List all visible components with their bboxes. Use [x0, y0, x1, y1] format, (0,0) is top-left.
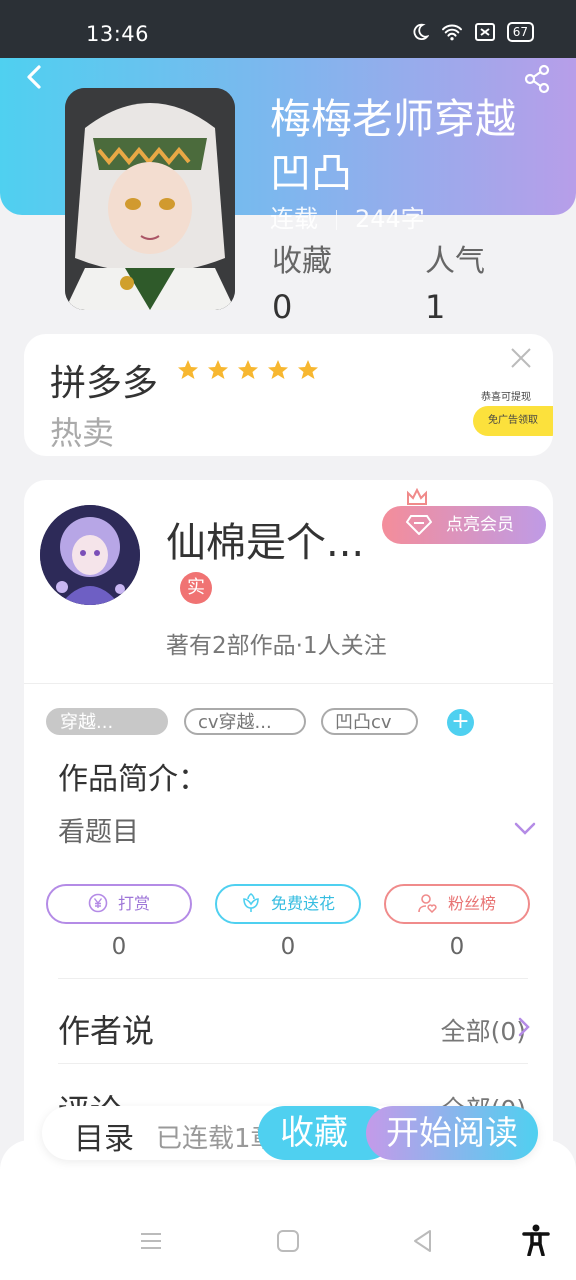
favorites-label: 收藏 — [272, 244, 332, 279]
back-nav-icon[interactable] — [410, 1228, 436, 1254]
meta-divider — [336, 210, 337, 230]
book-meta: 连载 244字 — [270, 199, 425, 234]
book-word-count: 244字 — [355, 205, 425, 233]
home-icon[interactable] — [275, 1228, 301, 1254]
star-icon — [208, 360, 228, 379]
ad-brand: 拼多多 — [50, 363, 159, 404]
book-title: 梅梅老师穿越凹凸 — [270, 95, 516, 197]
divider — [24, 683, 553, 684]
vip-button[interactable]: 点亮会员 — [382, 506, 546, 544]
favorites-count: 0 — [272, 288, 293, 326]
flower-icon — [243, 892, 259, 912]
star-icon — [268, 360, 288, 379]
popularity-label: 人气 — [425, 244, 485, 279]
status-time: 13:46 — [86, 22, 150, 46]
share-icon[interactable] — [522, 64, 552, 94]
author-says-all-link[interactable]: 全部(0) — [441, 1012, 526, 1048]
status-bar: 13:46 67 — [0, 0, 576, 58]
verified-badge: 实 — [180, 572, 212, 604]
intro-heading: 作品简介： — [58, 762, 208, 797]
author-says-heading: 作者说 — [58, 1012, 155, 1050]
wifi-icon — [441, 24, 462, 41]
chevron-down-icon[interactable] — [514, 822, 536, 836]
back-icon[interactable] — [22, 64, 48, 90]
popularity-count: 1 — [425, 288, 446, 326]
ad-mini-preview: 恭喜可提现 免广告领取 — [473, 384, 553, 450]
fan-ranking-button[interactable]: 粉丝榜 — [384, 884, 530, 924]
book-status: 连载 — [270, 205, 318, 233]
flower-count: 0 — [280, 934, 296, 960]
fan-count: 0 — [449, 934, 465, 960]
ad-mini-button: 免广告领取 — [473, 406, 553, 436]
start-reading-button[interactable]: 开始阅读 — [366, 1106, 538, 1160]
fan-ranking-label: 粉丝榜 — [447, 894, 496, 913]
intro-text: 看题目 — [58, 817, 139, 848]
menu-icon[interactable] — [138, 1228, 164, 1254]
yen-icon — [88, 893, 108, 912]
diamond-icon — [406, 515, 432, 535]
avatar-illustration — [40, 505, 140, 605]
star-icon — [298, 360, 318, 379]
author-works-summary[interactable]: 著有2部作品·1人关注 — [166, 626, 387, 660]
author-avatar[interactable] — [40, 505, 140, 605]
book-cover[interactable] — [65, 88, 235, 310]
star-icon — [178, 360, 198, 379]
ad-subtitle: 热卖 — [50, 414, 115, 452]
star-icon — [238, 360, 258, 379]
toc-button[interactable]: 目录 — [74, 1114, 134, 1158]
add-tag-button[interactable]: + — [447, 709, 474, 736]
ad-banner[interactable]: 拼多多 热卖 恭喜可提现 免广告领取 — [24, 334, 553, 456]
ad-rating — [176, 358, 320, 382]
battery-icon: 67 — [506, 22, 534, 42]
tag-chip[interactable]: 穿越... — [46, 708, 168, 735]
divider — [58, 978, 528, 979]
send-flower-label: 免费送花 — [270, 894, 335, 913]
reward-count: 0 — [111, 934, 127, 960]
ad-mini-text: 恭喜可提现 — [481, 392, 531, 403]
tag-chip[interactable]: 凹凸cv — [321, 708, 418, 735]
cover-illustration — [65, 88, 235, 310]
send-flower-button[interactable]: 免费送花 — [215, 884, 361, 924]
accessibility-icon[interactable] — [522, 1224, 550, 1256]
author-name[interactable]: 仙棉是个... — [166, 510, 364, 568]
moon-icon — [413, 23, 429, 41]
user-heart-icon — [418, 893, 437, 913]
vip-button-label: 点亮会员 — [446, 515, 514, 535]
chevron-right-icon[interactable] — [518, 1017, 530, 1037]
system-nav-bar — [0, 1200, 576, 1280]
reward-button[interactable]: 打赏 — [46, 884, 192, 924]
tag-chip[interactable]: cv穿越... — [184, 708, 306, 735]
reward-label: 打赏 — [117, 894, 150, 913]
sim-icon — [474, 23, 495, 41]
divider — [58, 1063, 528, 1064]
crown-icon — [407, 488, 427, 505]
close-icon[interactable] — [509, 346, 533, 370]
